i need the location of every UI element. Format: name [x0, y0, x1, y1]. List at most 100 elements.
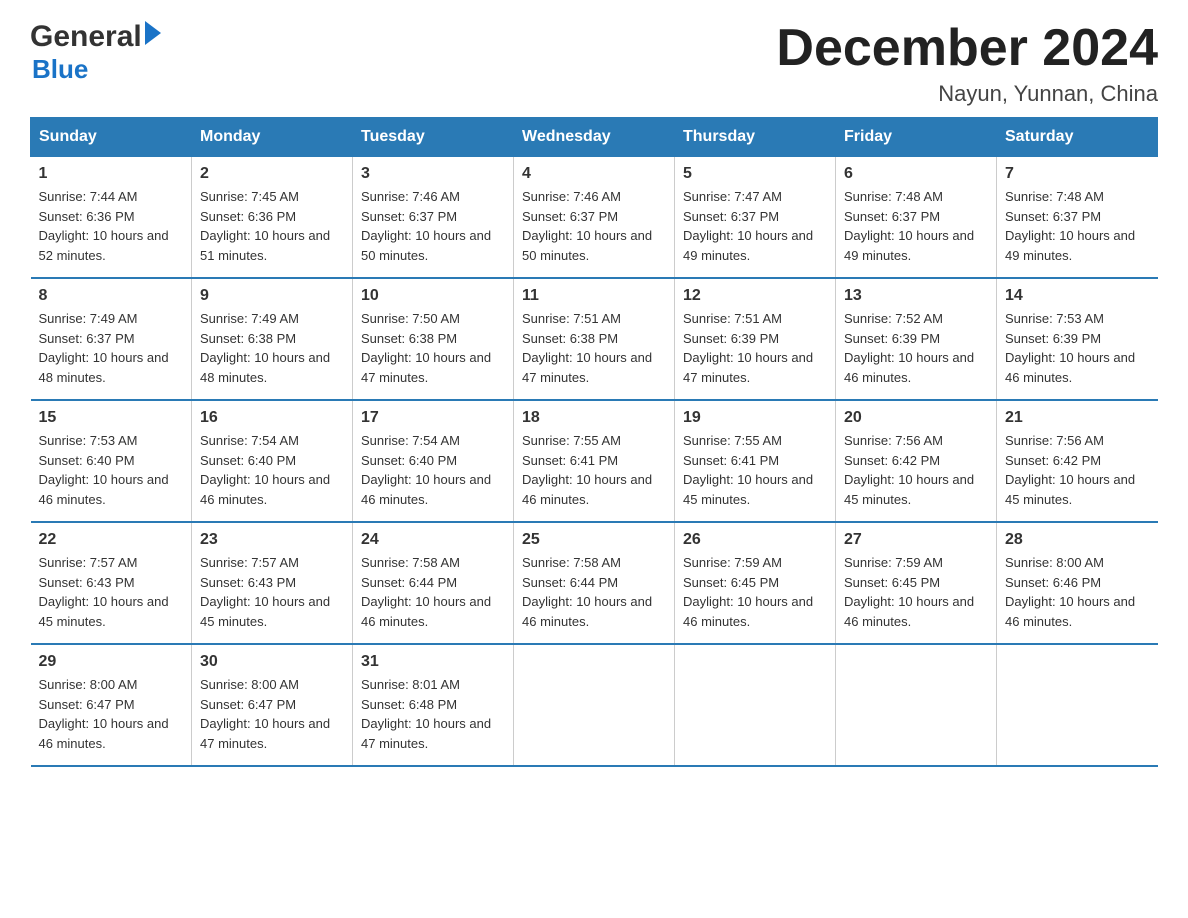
calendar-day-cell: 14 Sunrise: 7:53 AM Sunset: 6:39 PM Dayl… — [997, 278, 1158, 400]
day-number: 15 — [39, 409, 184, 427]
calendar-day-cell: 27 Sunrise: 7:59 AM Sunset: 6:45 PM Dayl… — [836, 522, 997, 644]
calendar-day-cell: 21 Sunrise: 7:56 AM Sunset: 6:42 PM Dayl… — [997, 400, 1158, 522]
calendar-day-cell: 20 Sunrise: 7:56 AM Sunset: 6:42 PM Dayl… — [836, 400, 997, 522]
day-number: 17 — [361, 409, 505, 427]
calendar-day-cell: 7 Sunrise: 7:48 AM Sunset: 6:37 PM Dayli… — [997, 157, 1158, 279]
day-info: Sunrise: 8:00 AM Sunset: 6:47 PM Dayligh… — [39, 675, 184, 753]
calendar-header-row: SundayMondayTuesdayWednesdayThursdayFrid… — [31, 118, 1158, 157]
col-header-wednesday: Wednesday — [514, 118, 675, 157]
day-info: Sunrise: 7:51 AM Sunset: 6:39 PM Dayligh… — [683, 309, 827, 387]
calendar-day-cell: 25 Sunrise: 7:58 AM Sunset: 6:44 PM Dayl… — [514, 522, 675, 644]
calendar-week-row: 15 Sunrise: 7:53 AM Sunset: 6:40 PM Dayl… — [31, 400, 1158, 522]
day-info: Sunrise: 8:00 AM Sunset: 6:46 PM Dayligh… — [1005, 553, 1150, 631]
day-info: Sunrise: 7:56 AM Sunset: 6:42 PM Dayligh… — [844, 431, 988, 509]
calendar-day-cell: 11 Sunrise: 7:51 AM Sunset: 6:38 PM Dayl… — [514, 278, 675, 400]
calendar-day-cell: 13 Sunrise: 7:52 AM Sunset: 6:39 PM Dayl… — [836, 278, 997, 400]
day-number: 13 — [844, 287, 988, 305]
day-number: 28 — [1005, 531, 1150, 549]
calendar-day-cell: 30 Sunrise: 8:00 AM Sunset: 6:47 PM Dayl… — [192, 644, 353, 766]
day-info: Sunrise: 7:58 AM Sunset: 6:44 PM Dayligh… — [522, 553, 666, 631]
calendar-day-cell: 8 Sunrise: 7:49 AM Sunset: 6:37 PM Dayli… — [31, 278, 192, 400]
calendar-week-row: 8 Sunrise: 7:49 AM Sunset: 6:37 PM Dayli… — [31, 278, 1158, 400]
calendar-day-cell — [997, 644, 1158, 766]
calendar-day-cell: 10 Sunrise: 7:50 AM Sunset: 6:38 PM Dayl… — [353, 278, 514, 400]
location-subtitle: Nayun, Yunnan, China — [776, 81, 1158, 107]
day-number: 4 — [522, 165, 666, 183]
day-info: Sunrise: 7:54 AM Sunset: 6:40 PM Dayligh… — [200, 431, 344, 509]
col-header-tuesday: Tuesday — [353, 118, 514, 157]
day-info: Sunrise: 7:55 AM Sunset: 6:41 PM Dayligh… — [683, 431, 827, 509]
day-number: 8 — [39, 287, 184, 305]
col-header-friday: Friday — [836, 118, 997, 157]
calendar-day-cell: 2 Sunrise: 7:45 AM Sunset: 6:36 PM Dayli… — [192, 157, 353, 279]
calendar-day-cell: 12 Sunrise: 7:51 AM Sunset: 6:39 PM Dayl… — [675, 278, 836, 400]
day-info: Sunrise: 7:53 AM Sunset: 6:39 PM Dayligh… — [1005, 309, 1150, 387]
day-number: 6 — [844, 165, 988, 183]
calendar-day-cell: 28 Sunrise: 8:00 AM Sunset: 6:46 PM Dayl… — [997, 522, 1158, 644]
day-number: 14 — [1005, 287, 1150, 305]
day-number: 12 — [683, 287, 827, 305]
day-info: Sunrise: 7:59 AM Sunset: 6:45 PM Dayligh… — [844, 553, 988, 631]
calendar-day-cell: 18 Sunrise: 7:55 AM Sunset: 6:41 PM Dayl… — [514, 400, 675, 522]
day-number: 11 — [522, 287, 666, 305]
day-number: 10 — [361, 287, 505, 305]
calendar-day-cell: 26 Sunrise: 7:59 AM Sunset: 6:45 PM Dayl… — [675, 522, 836, 644]
day-info: Sunrise: 7:49 AM Sunset: 6:38 PM Dayligh… — [200, 309, 344, 387]
day-number: 23 — [200, 531, 344, 549]
calendar-day-cell: 4 Sunrise: 7:46 AM Sunset: 6:37 PM Dayli… — [514, 157, 675, 279]
calendar-day-cell: 24 Sunrise: 7:58 AM Sunset: 6:44 PM Dayl… — [353, 522, 514, 644]
day-info: Sunrise: 7:48 AM Sunset: 6:37 PM Dayligh… — [844, 187, 988, 265]
logo-general-text: General — [30, 20, 142, 54]
day-number: 26 — [683, 531, 827, 549]
day-number: 20 — [844, 409, 988, 427]
calendar-day-cell: 1 Sunrise: 7:44 AM Sunset: 6:36 PM Dayli… — [31, 157, 192, 279]
page-header: General Blue December 2024 Nayun, Yunnan… — [30, 20, 1158, 107]
day-number: 3 — [361, 165, 505, 183]
day-info: Sunrise: 8:01 AM Sunset: 6:48 PM Dayligh… — [361, 675, 505, 753]
day-number: 5 — [683, 165, 827, 183]
day-info: Sunrise: 7:47 AM Sunset: 6:37 PM Dayligh… — [683, 187, 827, 265]
calendar-day-cell: 6 Sunrise: 7:48 AM Sunset: 6:37 PM Dayli… — [836, 157, 997, 279]
calendar-day-cell — [514, 644, 675, 766]
day-info: Sunrise: 7:50 AM Sunset: 6:38 PM Dayligh… — [361, 309, 505, 387]
month-title: December 2024 — [776, 20, 1158, 77]
calendar-day-cell: 5 Sunrise: 7:47 AM Sunset: 6:37 PM Dayli… — [675, 157, 836, 279]
day-number: 27 — [844, 531, 988, 549]
logo: General Blue — [30, 20, 161, 85]
calendar-week-row: 1 Sunrise: 7:44 AM Sunset: 6:36 PM Dayli… — [31, 157, 1158, 279]
day-number: 1 — [39, 165, 184, 183]
day-info: Sunrise: 7:46 AM Sunset: 6:37 PM Dayligh… — [522, 187, 666, 265]
day-info: Sunrise: 7:56 AM Sunset: 6:42 PM Dayligh… — [1005, 431, 1150, 509]
day-info: Sunrise: 7:49 AM Sunset: 6:37 PM Dayligh… — [39, 309, 184, 387]
calendar-day-cell: 16 Sunrise: 7:54 AM Sunset: 6:40 PM Dayl… — [192, 400, 353, 522]
day-info: Sunrise: 8:00 AM Sunset: 6:47 PM Dayligh… — [200, 675, 344, 753]
day-info: Sunrise: 7:45 AM Sunset: 6:36 PM Dayligh… — [200, 187, 344, 265]
title-area: December 2024 Nayun, Yunnan, China — [776, 20, 1158, 107]
day-number: 16 — [200, 409, 344, 427]
day-info: Sunrise: 7:48 AM Sunset: 6:37 PM Dayligh… — [1005, 187, 1150, 265]
day-info: Sunrise: 7:54 AM Sunset: 6:40 PM Dayligh… — [361, 431, 505, 509]
calendar-day-cell: 22 Sunrise: 7:57 AM Sunset: 6:43 PM Dayl… — [31, 522, 192, 644]
day-info: Sunrise: 7:58 AM Sunset: 6:44 PM Dayligh… — [361, 553, 505, 631]
day-info: Sunrise: 7:53 AM Sunset: 6:40 PM Dayligh… — [39, 431, 184, 509]
day-number: 19 — [683, 409, 827, 427]
col-header-monday: Monday — [192, 118, 353, 157]
day-number: 30 — [200, 653, 344, 671]
day-info: Sunrise: 7:59 AM Sunset: 6:45 PM Dayligh… — [683, 553, 827, 631]
day-number: 31 — [361, 653, 505, 671]
calendar-day-cell: 9 Sunrise: 7:49 AM Sunset: 6:38 PM Dayli… — [192, 278, 353, 400]
calendar-day-cell: 23 Sunrise: 7:57 AM Sunset: 6:43 PM Dayl… — [192, 522, 353, 644]
day-number: 24 — [361, 531, 505, 549]
logo-blue-text: Blue — [32, 54, 88, 85]
calendar-day-cell — [836, 644, 997, 766]
col-header-sunday: Sunday — [31, 118, 192, 157]
day-number: 18 — [522, 409, 666, 427]
day-info: Sunrise: 7:44 AM Sunset: 6:36 PM Dayligh… — [39, 187, 184, 265]
calendar-day-cell: 19 Sunrise: 7:55 AM Sunset: 6:41 PM Dayl… — [675, 400, 836, 522]
calendar-week-row: 22 Sunrise: 7:57 AM Sunset: 6:43 PM Dayl… — [31, 522, 1158, 644]
day-number: 29 — [39, 653, 184, 671]
day-info: Sunrise: 7:57 AM Sunset: 6:43 PM Dayligh… — [200, 553, 344, 631]
calendar-day-cell: 3 Sunrise: 7:46 AM Sunset: 6:37 PM Dayli… — [353, 157, 514, 279]
calendar-day-cell: 17 Sunrise: 7:54 AM Sunset: 6:40 PM Dayl… — [353, 400, 514, 522]
logo-triangle-icon — [145, 21, 161, 45]
